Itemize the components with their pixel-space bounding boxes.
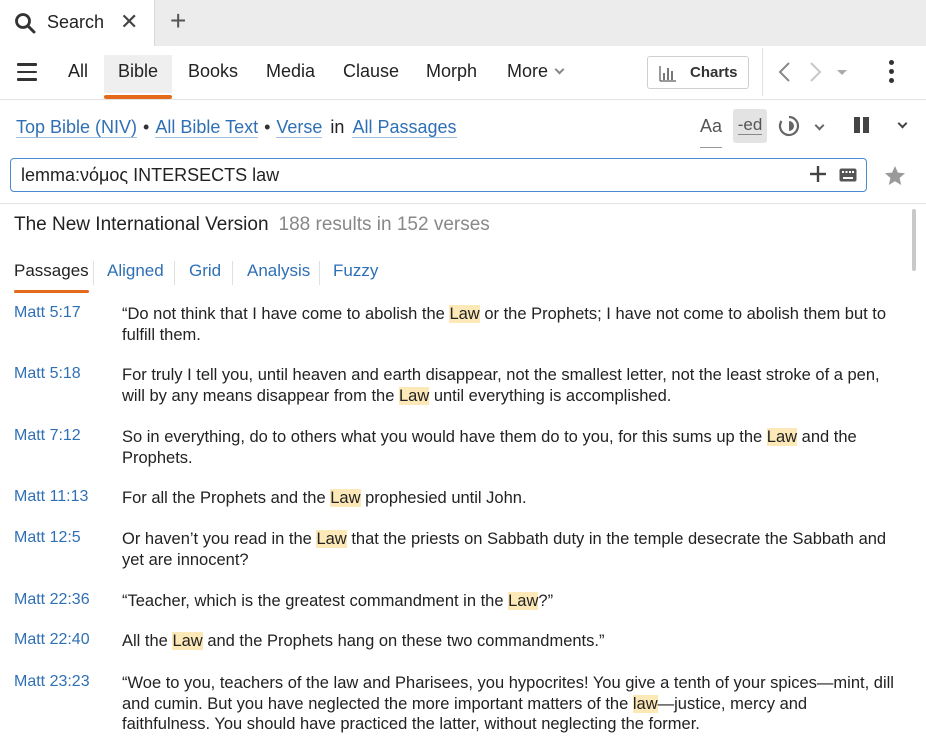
verse-reference[interactable]: Matt 22:40 bbox=[14, 631, 90, 649]
verse-text-part: prophesied until John. bbox=[360, 489, 527, 507]
panel-layout-icon[interactable] bbox=[853, 116, 871, 134]
tab-media[interactable]: Media bbox=[266, 61, 315, 82]
search-icon bbox=[15, 13, 36, 34]
verse-text: “Teacher, which is the greatest commandm… bbox=[122, 591, 897, 612]
forward-arrow-icon[interactable] bbox=[806, 60, 824, 84]
verse-reference[interactable]: Matt 7:12 bbox=[14, 427, 81, 445]
tab-analysis[interactable]: Analysis bbox=[247, 261, 310, 281]
bible-selector[interactable]: Top Bible (NIV) bbox=[16, 117, 138, 138]
divider bbox=[0, 203, 926, 204]
close-icon[interactable]: ✕ bbox=[120, 10, 138, 34]
scope-in-label: in bbox=[330, 117, 345, 137]
verse-text-part: and the Prophets hang on these two comma… bbox=[202, 632, 605, 650]
verse-text-part: All the bbox=[122, 632, 173, 650]
tab-clause[interactable]: Clause bbox=[343, 61, 399, 82]
tab-label: Search bbox=[47, 12, 105, 32]
match-forms-label: -ed bbox=[737, 115, 763, 135]
verse-text-part: ?” bbox=[538, 592, 554, 610]
tab-search[interactable]: Search ✕ bbox=[0, 0, 155, 46]
verse-text: “Woe to you, teachers of the law and Pha… bbox=[122, 673, 897, 735]
highlighted-term: Law bbox=[398, 386, 430, 405]
verse-reference[interactable]: Matt 5:18 bbox=[14, 365, 81, 383]
highlighted-term: Law bbox=[172, 632, 203, 650]
verse-text-part: For all the Prophets and the bbox=[122, 489, 331, 507]
highlighted-term: Law bbox=[330, 489, 361, 507]
charts-button[interactable]: Charts bbox=[647, 56, 749, 89]
verse-text-part: “Do not think that I have come to abolis… bbox=[122, 305, 450, 323]
verse-text: For all the Prophets and the Law prophes… bbox=[122, 488, 897, 509]
verse-text-part: until everything is accomplished. bbox=[429, 386, 672, 405]
add-icon[interactable] bbox=[808, 164, 828, 184]
divider bbox=[174, 261, 175, 285]
verse-text: Or haven’t you read in the Law that the … bbox=[122, 529, 897, 570]
search-scope: Top Bible (NIV) • All Bible Text • Verse in Al… bbox=[16, 117, 457, 138]
version-name: The New International Version bbox=[14, 214, 269, 235]
divider bbox=[232, 261, 233, 285]
highlighted-term: Law bbox=[508, 592, 539, 610]
history-dropdown-icon[interactable] bbox=[835, 60, 849, 84]
tab-all[interactable]: All bbox=[68, 61, 88, 82]
divider bbox=[93, 261, 94, 285]
separator: • bbox=[264, 117, 271, 137]
match-forms-button[interactable]: -ed bbox=[733, 109, 767, 143]
verse-text: “Do not think that I have come to abolis… bbox=[122, 304, 897, 345]
tab-books[interactable]: Books bbox=[188, 61, 238, 82]
more-options-icon[interactable] bbox=[889, 60, 899, 86]
verse-reference[interactable]: Matt 12:5 bbox=[14, 529, 81, 547]
verse-text: For truly I tell you, until heaven and e… bbox=[122, 365, 897, 406]
search-input[interactable] bbox=[21, 163, 781, 187]
verse-reference[interactable]: Matt 23:23 bbox=[14, 673, 90, 691]
verse-text: All the Law and the Prophets hang on the… bbox=[122, 631, 897, 652]
tab-more[interactable]: More bbox=[507, 61, 565, 82]
keyboard-icon[interactable] bbox=[839, 168, 857, 182]
highlighted-term: Law bbox=[316, 530, 347, 548]
tab-bible[interactable]: Bible bbox=[104, 55, 173, 99]
toolbar: All Bible Books Media Clause Morph More … bbox=[0, 46, 926, 100]
match-case-button[interactable]: Aa bbox=[700, 116, 723, 148]
range-selector[interactable]: All Passages bbox=[352, 117, 457, 138]
divider bbox=[319, 261, 320, 285]
tab-more-label: More bbox=[507, 61, 549, 81]
highlighted-term: Law bbox=[766, 428, 798, 446]
sync-icon[interactable] bbox=[777, 114, 801, 138]
verse-reference[interactable]: Matt 5:17 bbox=[14, 304, 81, 322]
tab-passages[interactable]: Passages bbox=[14, 261, 89, 293]
highlighted-term: law bbox=[632, 694, 658, 713]
verse-text-part: Or haven’t you read in the bbox=[122, 530, 317, 548]
divider bbox=[762, 48, 763, 96]
search-box bbox=[10, 158, 867, 192]
tab-aligned[interactable]: Aligned bbox=[107, 261, 164, 281]
chevron-down-icon[interactable] bbox=[808, 120, 825, 152]
separator: • bbox=[143, 117, 150, 137]
scrollbar[interactable] bbox=[912, 209, 916, 271]
chevron-down-icon[interactable] bbox=[891, 118, 908, 150]
star-icon[interactable] bbox=[883, 164, 907, 188]
verse-text: So in everything, do to others what you … bbox=[122, 427, 897, 468]
menu-icon[interactable] bbox=[17, 63, 37, 81]
tab-strip: Search ✕ + bbox=[0, 0, 926, 46]
verse-reference[interactable]: Matt 11:13 bbox=[14, 488, 88, 506]
tab-grid[interactable]: Grid bbox=[189, 261, 221, 281]
new-tab-button[interactable]: + bbox=[170, 6, 192, 36]
charts-label: Charts bbox=[690, 64, 738, 81]
verse-text-part: So in everything, do to others what you … bbox=[122, 428, 767, 446]
highlighted-term: Law bbox=[449, 305, 480, 323]
tab-morph[interactable]: Morph bbox=[426, 61, 477, 82]
verse-text-part: “Teacher, which is the greatest commandm… bbox=[122, 592, 509, 610]
bar-chart-icon bbox=[659, 66, 676, 82]
back-arrow-icon[interactable] bbox=[776, 60, 794, 84]
verse-reference[interactable]: Matt 22:36 bbox=[14, 591, 90, 609]
text-selector[interactable]: All Bible Text bbox=[155, 117, 259, 138]
chevron-down-icon bbox=[554, 64, 565, 75]
unit-selector[interactable]: Verse bbox=[276, 117, 323, 138]
result-count: 188 results in 152 verses bbox=[278, 214, 490, 235]
results-header: The New International Version 188 results… bbox=[14, 214, 490, 236]
tab-fuzzy[interactable]: Fuzzy bbox=[333, 261, 378, 281]
